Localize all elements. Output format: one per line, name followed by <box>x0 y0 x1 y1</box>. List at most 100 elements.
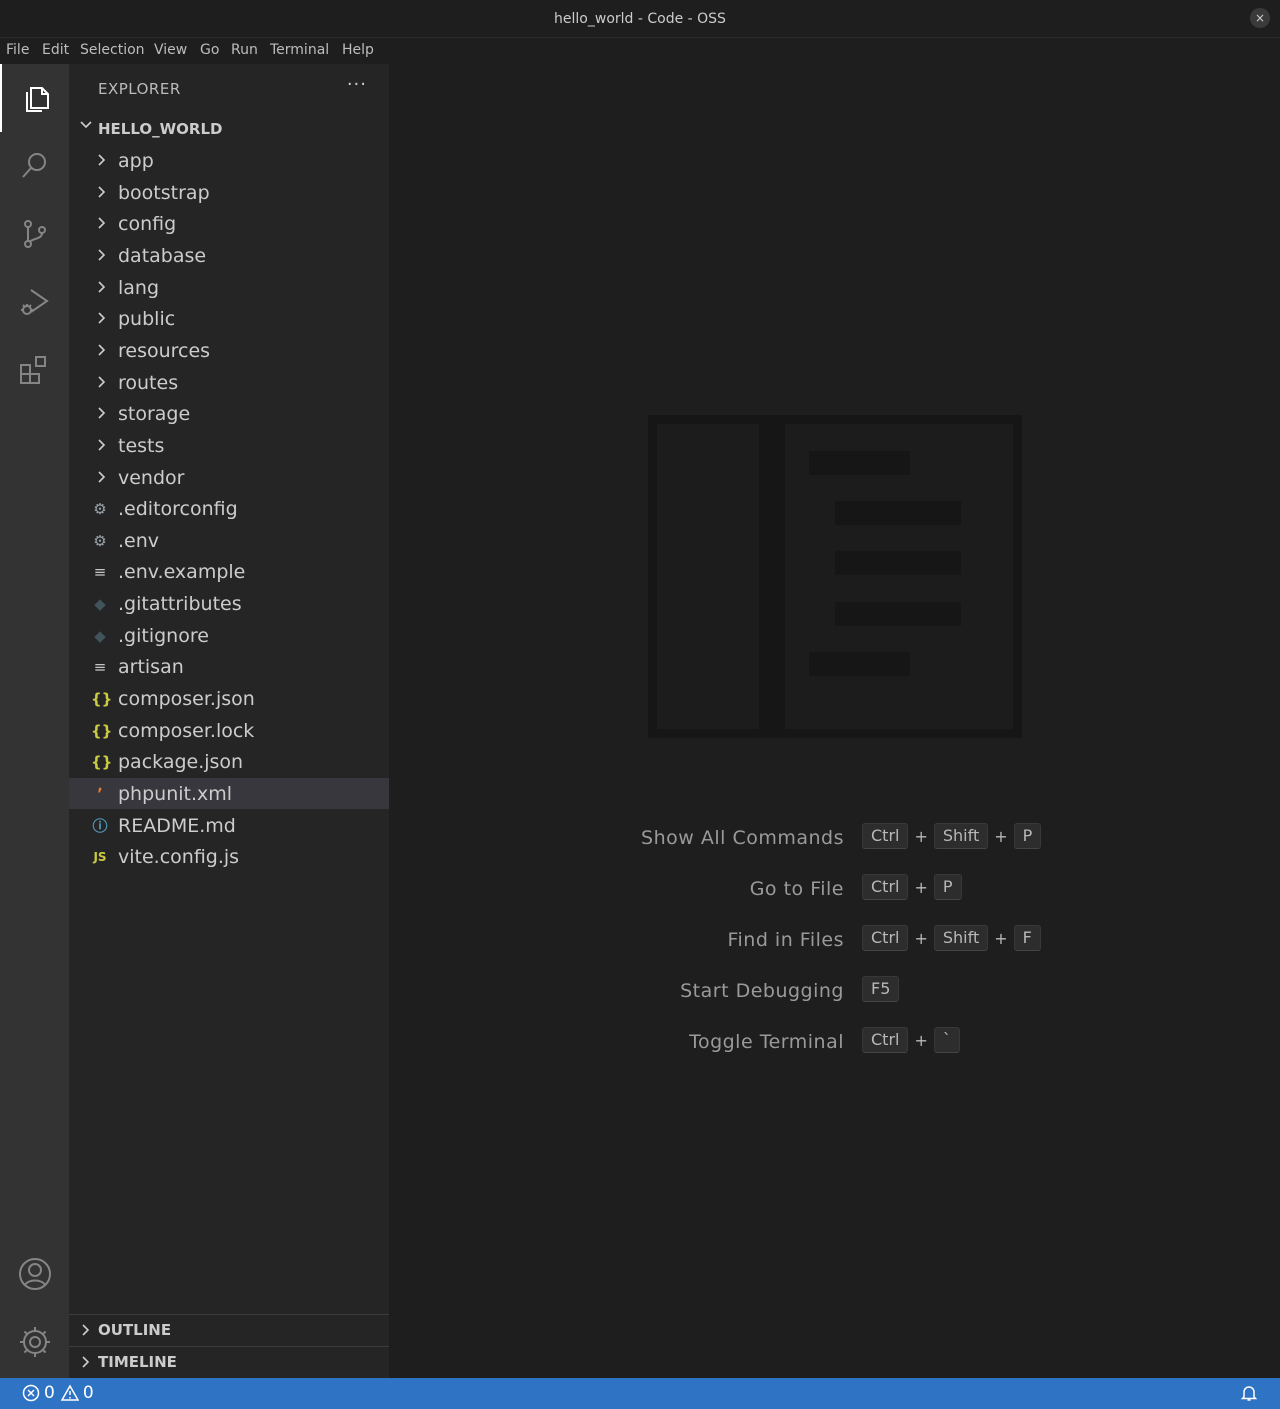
warning-icon <box>60 1384 79 1401</box>
folder-vendor[interactable]: vendor <box>69 462 389 493</box>
file-label: package.json <box>118 751 244 773</box>
folder-database[interactable]: database <box>69 240 389 271</box>
explorer-sidebar: EXPLORER ··· HELLO_WORLD app bootstrap con… <box>69 64 389 1378</box>
folder-label: public <box>118 308 176 330</box>
source-control-icon[interactable] <box>0 200 69 268</box>
folder-label: routes <box>118 372 179 394</box>
menu-help[interactable]: Help <box>342 42 374 58</box>
menu-go[interactable]: Go <box>200 42 219 58</box>
file-label: .editorconfig <box>118 498 238 520</box>
problems-indicator[interactable]: 0 0 <box>22 1383 94 1403</box>
keybinding: Ctrl + Shift + F <box>862 925 1041 951</box>
braces-file-icon: {} <box>91 690 113 708</box>
menu-bar: File Edit Selection View Go Run Terminal Help <box>0 38 1280 64</box>
folder-tests[interactable]: tests <box>69 430 389 461</box>
file-vite-config-js[interactable]: JS vite.config.js <box>69 841 389 872</box>
folder-public[interactable]: public <box>69 303 389 334</box>
shortcut-label: Go to File <box>749 878 844 900</box>
folder-storage[interactable]: storage <box>69 398 389 429</box>
key-cap: F5 <box>862 976 900 1002</box>
shortcut-label: Show All Commands <box>641 827 844 849</box>
file-gitattributes[interactable]: ◆ .gitattributes <box>69 588 389 619</box>
file-editorconfig[interactable]: ⚙ .editorconfig <box>69 493 389 524</box>
chevron-right-icon <box>98 344 106 356</box>
key-separator: + <box>994 928 1008 948</box>
chevron-right-icon <box>98 376 106 388</box>
file-composer-lock[interactable]: {} composer.lock <box>69 715 389 746</box>
file-package-json[interactable]: {} package.json <box>69 746 389 777</box>
shortcut-hint: Find in Files Ctrl + Shift + F <box>389 925 1280 955</box>
folder-bootstrap[interactable]: bootstrap <box>69 177 389 208</box>
folder-config[interactable]: config <box>69 208 389 239</box>
folder-label: vendor <box>118 467 185 489</box>
file-phpunit-xml[interactable]: ʼ phpunit.xml <box>69 778 389 809</box>
error-icon <box>22 1384 40 1402</box>
folder-label: app <box>118 150 154 172</box>
account-icon[interactable] <box>0 1240 69 1308</box>
settings-gear-icon[interactable] <box>0 1308 69 1376</box>
shortcut-label: Toggle Terminal <box>689 1031 844 1053</box>
chevron-right-icon <box>98 312 106 324</box>
file-label: .env <box>118 530 160 552</box>
info-file-icon: ⓘ <box>92 817 108 835</box>
keybinding: Ctrl + P <box>862 874 962 900</box>
chevron-right-icon <box>98 407 106 419</box>
key-separator: + <box>914 928 928 948</box>
menu-file[interactable]: File <box>6 42 29 58</box>
key-cap: Ctrl <box>862 925 909 951</box>
folder-routes[interactable]: routes <box>69 367 389 398</box>
key-cap: F <box>1013 925 1041 951</box>
chevron-right-icon <box>98 439 106 451</box>
folder-label: tests <box>118 435 165 457</box>
extensions-icon[interactable] <box>0 336 69 404</box>
git-file-icon: ◆ <box>94 595 106 613</box>
rss-file-icon: ʼ <box>97 785 103 803</box>
explorer-icon[interactable] <box>0 64 69 132</box>
notifications-bell-icon[interactable] <box>1240 1384 1258 1402</box>
chevron-right-icon <box>98 217 106 229</box>
more-actions-button[interactable]: ··· <box>347 74 367 95</box>
status-bar: 0 0 <box>0 1378 1280 1409</box>
activity-bar <box>0 64 69 1378</box>
file-README-md[interactable]: ⓘ README.md <box>69 810 389 841</box>
menu-edit[interactable]: Edit <box>42 42 69 58</box>
menu-selection[interactable]: Selection <box>80 42 145 58</box>
workspace-root[interactable]: HELLO_WORLD <box>69 116 389 142</box>
key-cap: ` <box>933 1027 960 1053</box>
shortcut-hint: Start Debugging F5 <box>389 976 1280 1006</box>
keybinding: F5 <box>862 976 900 1002</box>
key-cap: Shift <box>933 925 989 951</box>
file-label: README.md <box>118 815 236 837</box>
file-env[interactable]: ⚙ .env <box>69 525 389 556</box>
menu-run[interactable]: Run <box>231 42 258 58</box>
file-label: composer.json <box>118 688 255 710</box>
folder-resources[interactable]: resources <box>69 335 389 366</box>
chevron-right-icon <box>98 281 106 293</box>
key-cap: Shift <box>933 823 989 849</box>
file-gitignore[interactable]: ◆ .gitignore <box>69 620 389 651</box>
folder-app[interactable]: app <box>69 145 389 176</box>
keybinding: Ctrl + ` <box>862 1027 960 1053</box>
file-label: artisan <box>118 656 184 678</box>
menu-view[interactable]: View <box>154 42 187 58</box>
folder-label: storage <box>118 403 191 425</box>
key-separator: + <box>914 877 928 897</box>
key-cap: Ctrl <box>862 823 909 849</box>
folder-lang[interactable]: lang <box>69 272 389 303</box>
file-env-example[interactable]: ≡ .env.example <box>69 556 389 587</box>
menu-terminal[interactable]: Terminal <box>270 42 329 58</box>
chevron-right-icon <box>98 249 106 261</box>
key-cap: P <box>1013 823 1042 849</box>
outline-section[interactable]: OUTLINE <box>69 1314 389 1346</box>
timeline-section[interactable]: TIMELINE <box>69 1346 389 1378</box>
timeline-label: TIMELINE <box>98 1353 177 1371</box>
run-debug-icon[interactable] <box>0 268 69 336</box>
file-composer-json[interactable]: {} composer.json <box>69 683 389 714</box>
chevron-right-icon <box>82 1324 90 1336</box>
key-separator: + <box>914 826 928 846</box>
close-window-button[interactable]: × <box>1250 8 1270 28</box>
file-artisan[interactable]: ≡ artisan <box>69 651 389 682</box>
editor-area: Show All Commands Ctrl + Shift + P Go to File C… <box>389 64 1280 1378</box>
search-icon[interactable] <box>0 132 69 200</box>
js-file-icon: JS <box>93 850 107 864</box>
